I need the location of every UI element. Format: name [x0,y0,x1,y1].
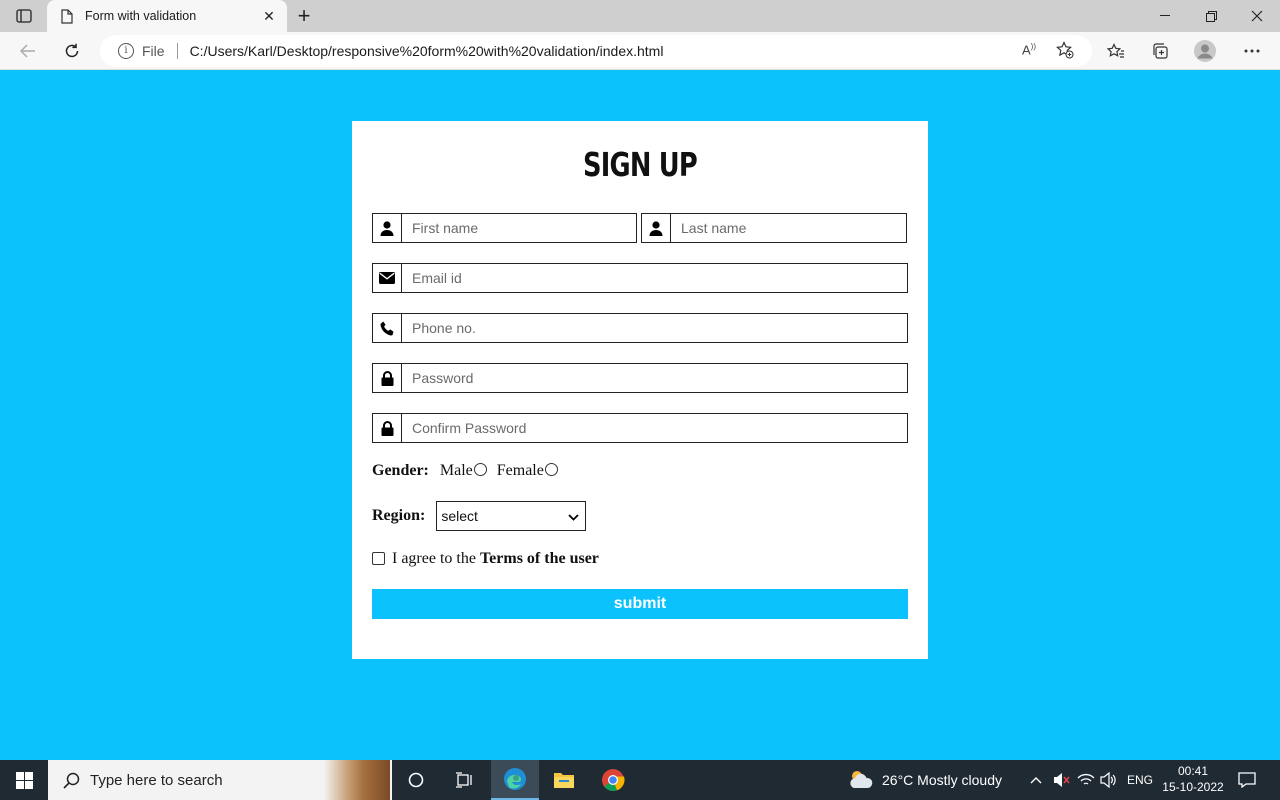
last-name-field [641,213,907,243]
region-row: Region: select [372,501,587,531]
chevron-down-icon [568,508,579,524]
network-icon[interactable] [1077,760,1095,800]
gender-male-radio[interactable] [473,462,487,476]
confirm-password-input[interactable] [402,414,907,442]
minimize-icon[interactable] [1142,0,1188,32]
tab-actions-icon[interactable] [12,6,36,26]
terms-link[interactable]: Terms of the user [480,550,599,568]
lock-icon [373,364,402,392]
cortana-icon[interactable] [392,760,440,800]
email-input[interactable] [402,264,907,292]
read-aloud-icon[interactable]: A)) [1019,40,1039,60]
region-select[interactable]: select [436,501,587,531]
page-icon [59,8,75,24]
last-name-input[interactable] [671,214,906,242]
gender-female-radio[interactable] [544,462,558,476]
address-bar[interactable]: i File C:/Users/Karl/Desktop/responsive%… [100,35,1092,67]
gender-option-female-label: Female [496,462,544,479]
more-icon[interactable] [1241,40,1263,62]
submit-button[interactable]: submit [372,589,908,619]
password-input[interactable] [402,364,907,392]
page-title: SIGN UP [582,145,698,184]
address-separator [176,43,178,59]
refresh-icon[interactable] [58,37,86,65]
windows-start-icon[interactable] [0,760,48,800]
first-name-field [372,213,637,243]
gender-option-male-label: Male [439,462,473,479]
restore-icon[interactable] [1188,0,1234,32]
region-label: Region: [372,507,426,524]
file-explorer-icon[interactable] [540,760,588,800]
tab-strip: Form with validation ✕ + [0,0,1280,32]
add-favorite-icon[interactable] [1055,40,1075,60]
plus-icon[interactable]: + [292,3,316,28]
phone-icon [373,314,402,342]
search-highlight-image [324,760,390,800]
close-icon[interactable]: ✕ [259,6,279,26]
region-selected-value: select [441,508,478,524]
favorites-icon[interactable] [1105,40,1127,62]
weather-widget[interactable]: 26°C Mostly cloudy [848,760,1002,800]
clock[interactable]: 00:41 15-10-2022 [1160,763,1226,795]
edge-icon[interactable] [491,760,539,800]
confirm-password-field [372,413,908,443]
browser-toolbar: i File C:/Users/Karl/Desktop/responsive%… [0,32,1280,70]
clock-date: 15-10-2022 [1162,780,1224,794]
terms-row: I agree to the Terms of the user [372,550,599,568]
notifications-icon[interactable] [1238,760,1256,800]
terms-checkbox[interactable] [372,551,385,565]
phone-input[interactable] [402,314,907,342]
lock-icon [373,414,402,442]
speaker-muted-icon[interactable] [1052,760,1070,800]
profile-icon[interactable] [1194,40,1216,62]
password-field [372,363,908,393]
weather-text: 26°C Mostly cloudy [882,772,1002,788]
task-view-icon[interactable] [440,760,488,800]
tab-title: Form with validation [85,9,197,23]
file-label: File [142,43,165,59]
search-icon [62,771,80,789]
gender-row: Gender: Male Female [372,462,568,480]
user-icon [373,214,402,242]
gender-label: Gender: [372,462,429,479]
terms-prefix: I agree to the [392,550,476,567]
back-icon[interactable] [14,37,42,65]
browser-tab[interactable]: Form with validation ✕ [47,0,287,32]
envelope-icon [373,264,402,292]
language-indicator[interactable]: ENG [1127,760,1153,800]
window-close-icon[interactable] [1234,0,1280,32]
chevron-up-icon[interactable] [1030,760,1042,800]
windows-taskbar: Type here to search 26°C Mostly cloudy E… [0,760,1280,800]
email-field [372,263,908,293]
phone-field [372,313,908,343]
weather-icon [848,768,874,793]
chrome-icon[interactable] [589,760,637,800]
taskbar-search[interactable]: Type here to search [48,760,392,800]
info-icon[interactable]: i [118,43,134,59]
clock-time: 00:41 [1177,764,1209,778]
search-placeholder: Type here to search [90,771,223,789]
user-icon [642,214,671,242]
first-name-input[interactable] [402,214,636,242]
volume-icon[interactable] [1099,760,1117,800]
collections-icon[interactable] [1149,40,1171,62]
url-text[interactable]: C:/Users/Karl/Desktop/responsive%20form%… [190,43,1092,59]
